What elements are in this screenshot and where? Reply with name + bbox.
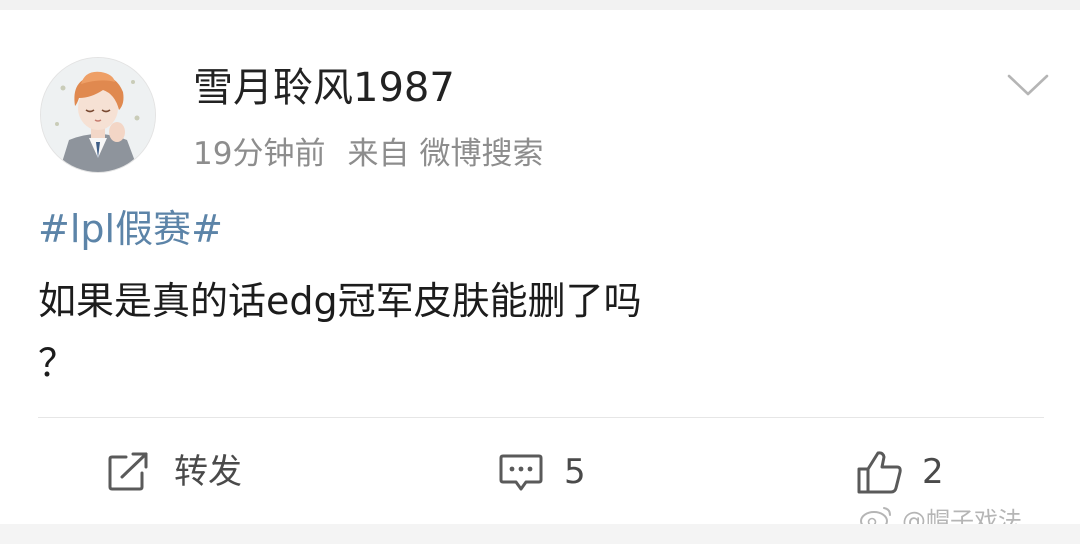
author-name[interactable]: 雪月聆风1987	[193, 62, 455, 114]
post-body-line: 如果是真的话edg冠军皮肤能删了吗	[38, 279, 642, 323]
post-time: 19分钟前	[193, 136, 326, 172]
avatar-image	[41, 58, 155, 172]
avatar[interactable]	[40, 57, 156, 173]
weibo-post-card: 雪月聆风1987 19分钟前 来自 微博搜索 #lpl假赛# 如果是真的话edg冠军…	[0, 0, 1080, 544]
share-icon	[108, 452, 148, 491]
repost-button[interactable]: 转发	[106, 446, 242, 498]
post-meta: 19分钟前 来自 微博搜索	[193, 132, 543, 176]
post-body: 如果是真的话edg冠军皮肤能删了吗 ？	[38, 270, 798, 394]
comment-count: 5	[564, 452, 586, 492]
like-button[interactable]: 2	[856, 446, 944, 498]
comment-button[interactable]: 5	[498, 446, 586, 498]
thumbs-up-icon	[857, 451, 902, 494]
source-name[interactable]: 微博搜索	[419, 136, 543, 172]
post-body-line: ？	[38, 341, 77, 385]
repost-label: 转发	[174, 452, 242, 492]
like-count: 2	[922, 452, 944, 492]
hashtag-link[interactable]: #lpl假赛#	[38, 203, 223, 255]
bottom-separator	[0, 524, 1080, 544]
top-separator	[0, 0, 1080, 10]
comment-icon	[499, 454, 543, 491]
action-divider	[38, 417, 1044, 418]
chevron-down-icon[interactable]	[1006, 70, 1050, 100]
source-label: 来自	[347, 136, 410, 172]
